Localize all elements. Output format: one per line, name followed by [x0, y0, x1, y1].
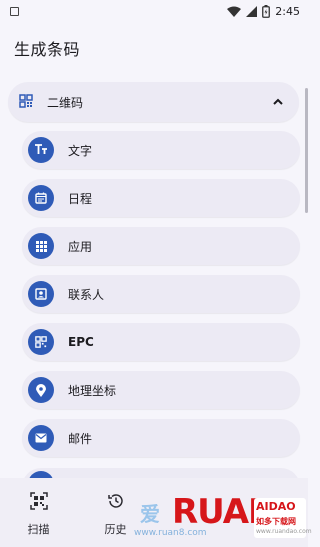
scrollbar[interactable]	[305, 88, 308, 213]
qr-code-group-header[interactable]: 二维码	[8, 82, 299, 122]
wifi-icon	[227, 6, 242, 17]
qr-code-icon	[28, 329, 54, 355]
nav-label: 扫描	[27, 523, 50, 536]
watermark-badge-top: AIDAO	[256, 500, 296, 513]
contact-card-icon	[28, 281, 54, 307]
status-time: 2:45	[275, 4, 300, 18]
watermark: 爱 www.ruan8.com RUAN AIDAO 如多下载网 www.rua…	[128, 490, 312, 547]
qr-scan-icon	[29, 492, 48, 514]
watermark-cn-text: 爱	[140, 502, 160, 526]
apps-grid-icon	[28, 233, 54, 259]
status-left	[10, 6, 19, 16]
qr-code-group-label: 二维码	[47, 95, 84, 110]
status-right: 2:45	[227, 4, 300, 18]
chevron-up-icon[interactable]	[271, 94, 285, 113]
list-item-label: 日程	[68, 191, 93, 206]
list-item-apps[interactable]: 应用	[22, 227, 300, 265]
status-bar: 2:45	[0, 0, 308, 22]
notification-icon	[10, 6, 19, 16]
list-item-calendar[interactable]: 日程	[22, 179, 300, 217]
qr-code-icon	[19, 93, 33, 112]
calendar-event-icon	[28, 185, 54, 211]
nav-label: 历史	[104, 523, 127, 536]
list-item-label: 联系人	[68, 287, 105, 302]
email-icon	[28, 425, 54, 451]
watermark-badge-small: www.ruandao.com	[256, 528, 312, 535]
location-pin-icon	[28, 377, 54, 403]
list-item-epc[interactable]: EPC	[22, 323, 300, 361]
list-item-label: 邮件	[68, 431, 93, 446]
list-item-label: EPC	[68, 335, 94, 349]
list-item-contact[interactable]: 联系人	[22, 275, 300, 313]
list-item-text[interactable]: 文字	[22, 131, 300, 169]
list-item-email[interactable]: 邮件	[22, 419, 300, 457]
battery-icon	[262, 4, 271, 18]
list-item-label: 应用	[68, 239, 93, 254]
history-icon	[107, 492, 125, 514]
nav-item-scan[interactable]: 扫描	[0, 478, 77, 547]
signal-icon	[246, 5, 258, 17]
watermark-badge: AIDAO 如多下载网 www.ruandao.com	[254, 498, 312, 538]
watermark-badge-mid: 如多下载网	[256, 517, 296, 526]
text-fields-icon	[28, 137, 54, 163]
page-title: 生成条码	[14, 40, 81, 59]
list-item-geo[interactable]: 地理坐标	[22, 371, 300, 409]
list-item-label: 地理坐标	[68, 383, 117, 398]
list-item-label: 文字	[68, 143, 93, 158]
